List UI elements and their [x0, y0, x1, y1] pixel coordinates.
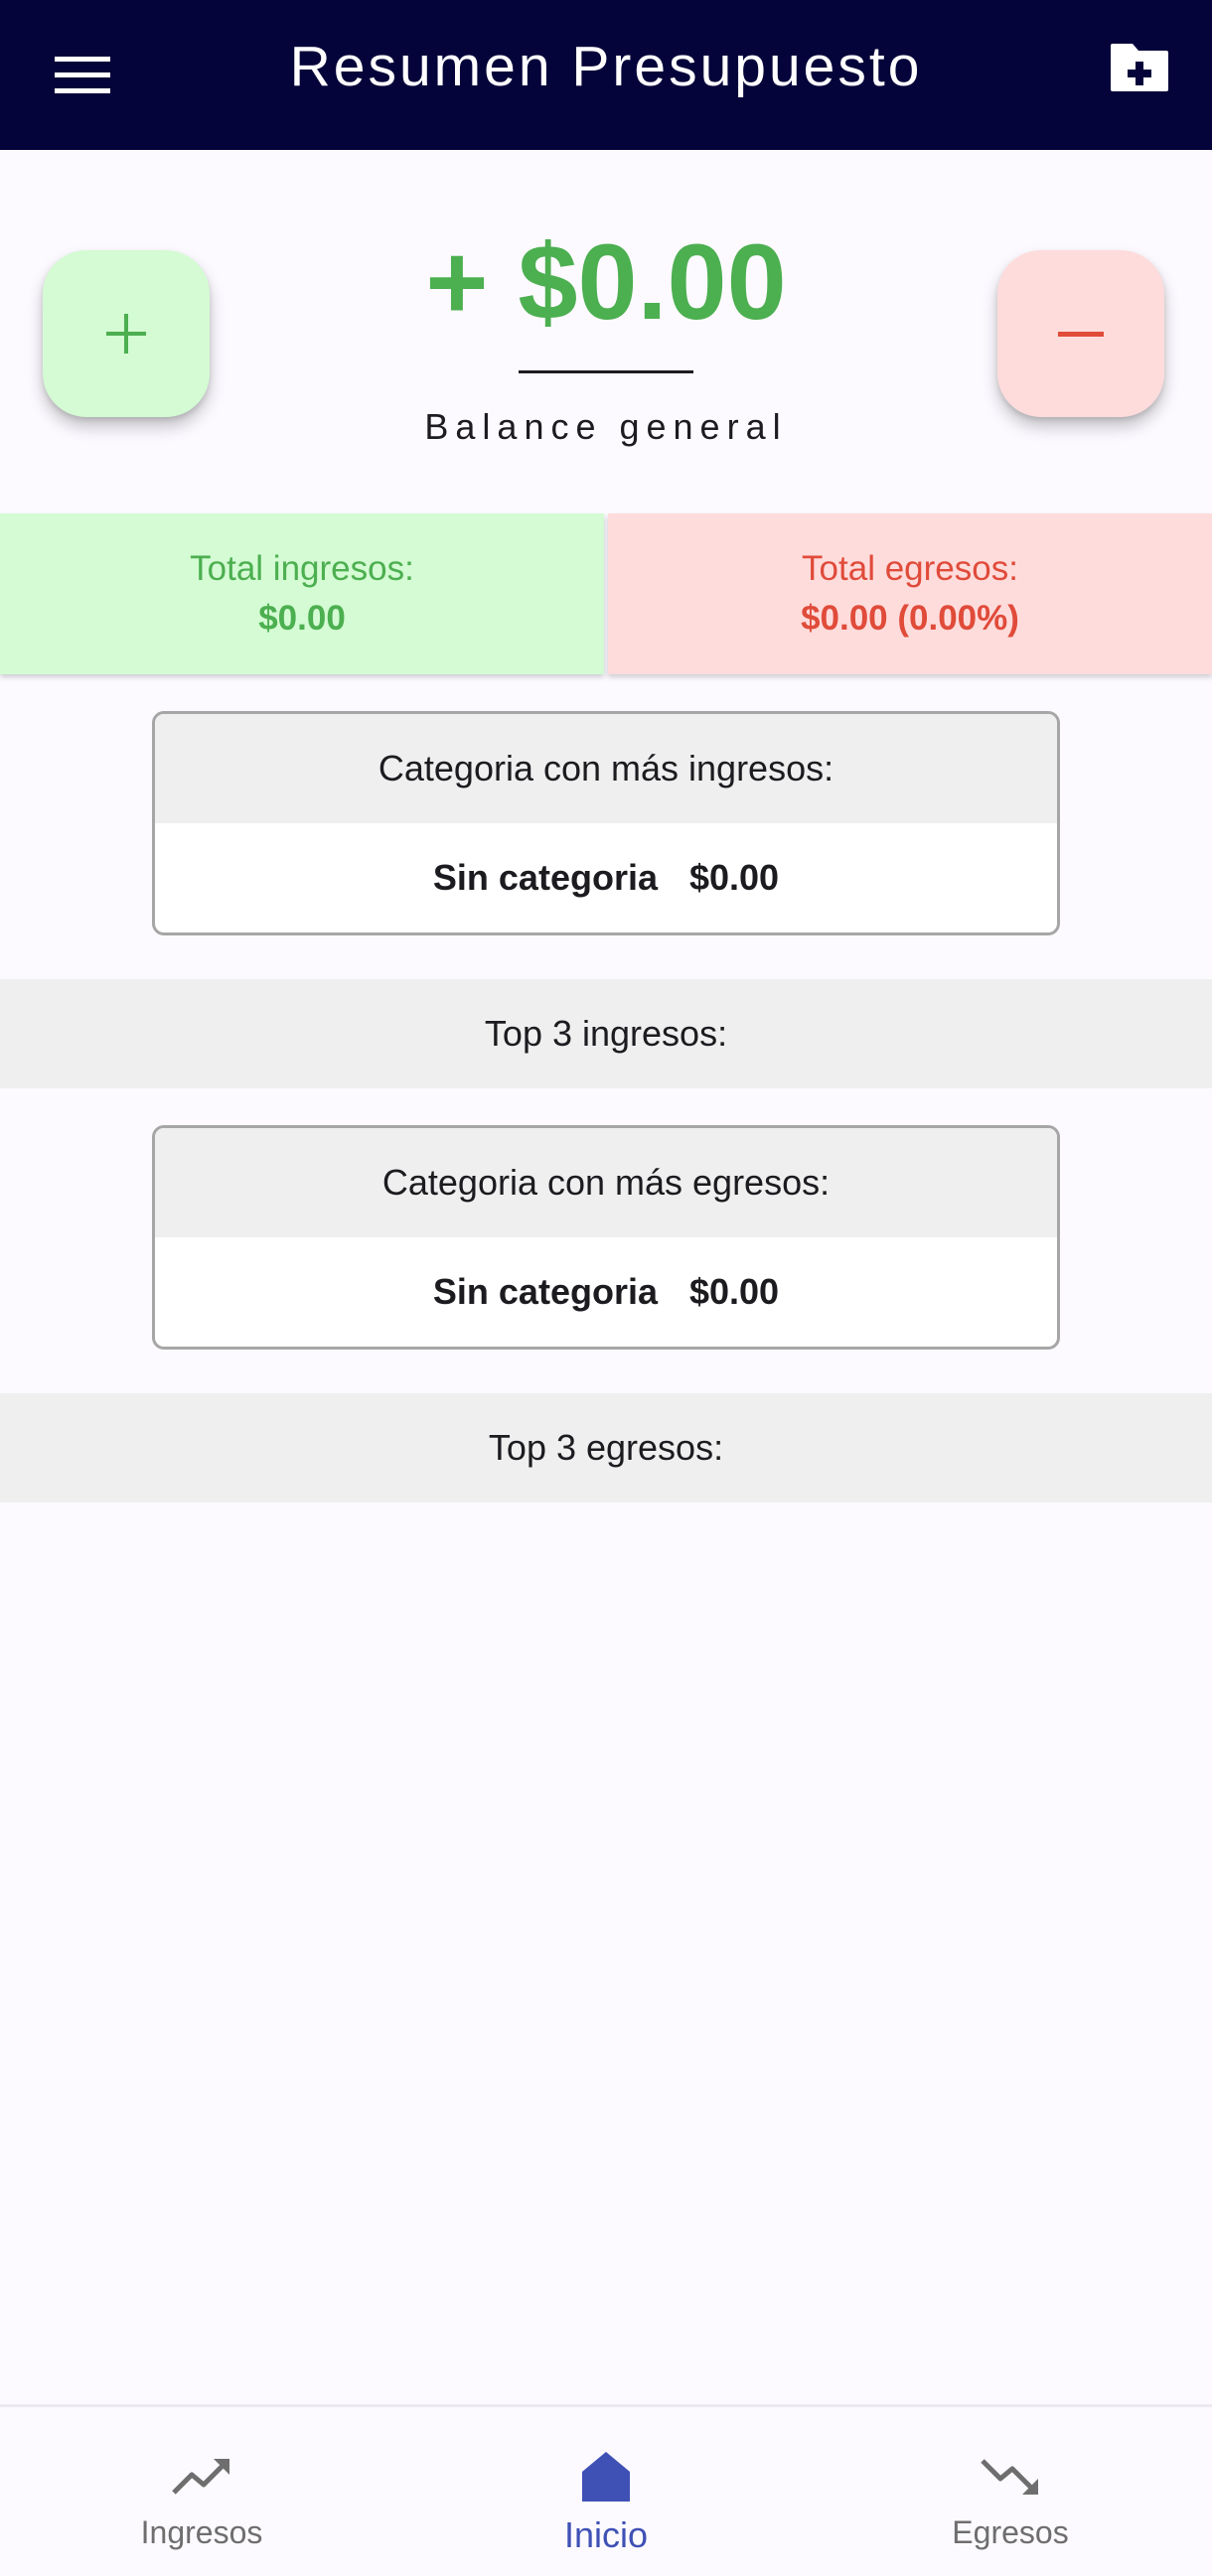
nav-label-inicio: Inicio	[563, 2514, 649, 2555]
trending-up-icon	[170, 2441, 233, 2512]
add-income-button[interactable]	[43, 250, 210, 417]
app-bar: Resumen Presupuesto	[0, 0, 1212, 150]
bottom-navigation: Ingresos Inicio Egresos	[0, 2404, 1212, 2573]
page-title: Resumen Presupuesto	[289, 34, 923, 98]
top-expense-category-card: Categoria con más egresos: Sin categoria…	[152, 1125, 1060, 1350]
add-expense-button[interactable]	[997, 250, 1164, 417]
home-icon	[578, 2441, 634, 2512]
top-income-category-card: Categoria con más ingresos: Sin categori…	[152, 711, 1060, 935]
top-expense-category-amount: $0.00	[688, 1271, 780, 1312]
top-expense-category-body: Sin categoria $0.00	[155, 1237, 1057, 1347]
totals-section: Total ingresos: $0.00 Total egresos: $0.…	[0, 513, 1212, 674]
nav-label-ingresos: Ingresos	[140, 2514, 263, 2550]
top-income-category-body: Sin categoria $0.00	[155, 823, 1057, 932]
total-expense-value: $0.00 (0.00%)	[801, 599, 1019, 638]
top-expense-category-name: Sin categoria	[432, 1271, 658, 1312]
top-income-category-header: Categoria con más ingresos:	[155, 714, 1057, 823]
trending-down-icon	[979, 2441, 1042, 2512]
total-income-box: Total ingresos: $0.00	[0, 513, 604, 674]
nav-item-ingresos[interactable]: Ingresos	[0, 2407, 403, 2576]
create-folder-button[interactable]	[1095, 28, 1184, 107]
plus-icon	[106, 314, 146, 354]
balance-amount: + $0.00	[425, 220, 787, 342]
total-expense-box: Total egresos: $0.00 (0.00%)	[608, 513, 1212, 674]
top-3-income-header: Top 3 ingresos:	[0, 979, 1212, 1088]
balance-label: Balance general	[424, 406, 788, 447]
top-income-category-name: Sin categoria	[432, 857, 658, 898]
total-income-label: Total ingresos:	[190, 549, 414, 588]
top-3-expense-header: Top 3 egresos:	[0, 1393, 1212, 1503]
create-folder-icon	[1111, 44, 1168, 91]
menu-button[interactable]	[40, 35, 125, 116]
top-expense-category-header: Categoria con más egresos:	[155, 1128, 1057, 1237]
nav-item-egresos[interactable]: Egresos	[809, 2407, 1212, 2576]
top-income-category-amount: $0.00	[688, 857, 780, 898]
balance-divider	[519, 370, 693, 373]
total-expense-label: Total egresos:	[802, 549, 1018, 588]
total-income-value: $0.00	[258, 599, 346, 638]
nav-item-inicio[interactable]: Inicio	[404, 2407, 808, 2576]
menu-icon	[55, 57, 110, 93]
minus-icon	[1058, 332, 1104, 337]
nav-label-egresos: Egresos	[952, 2514, 1069, 2550]
